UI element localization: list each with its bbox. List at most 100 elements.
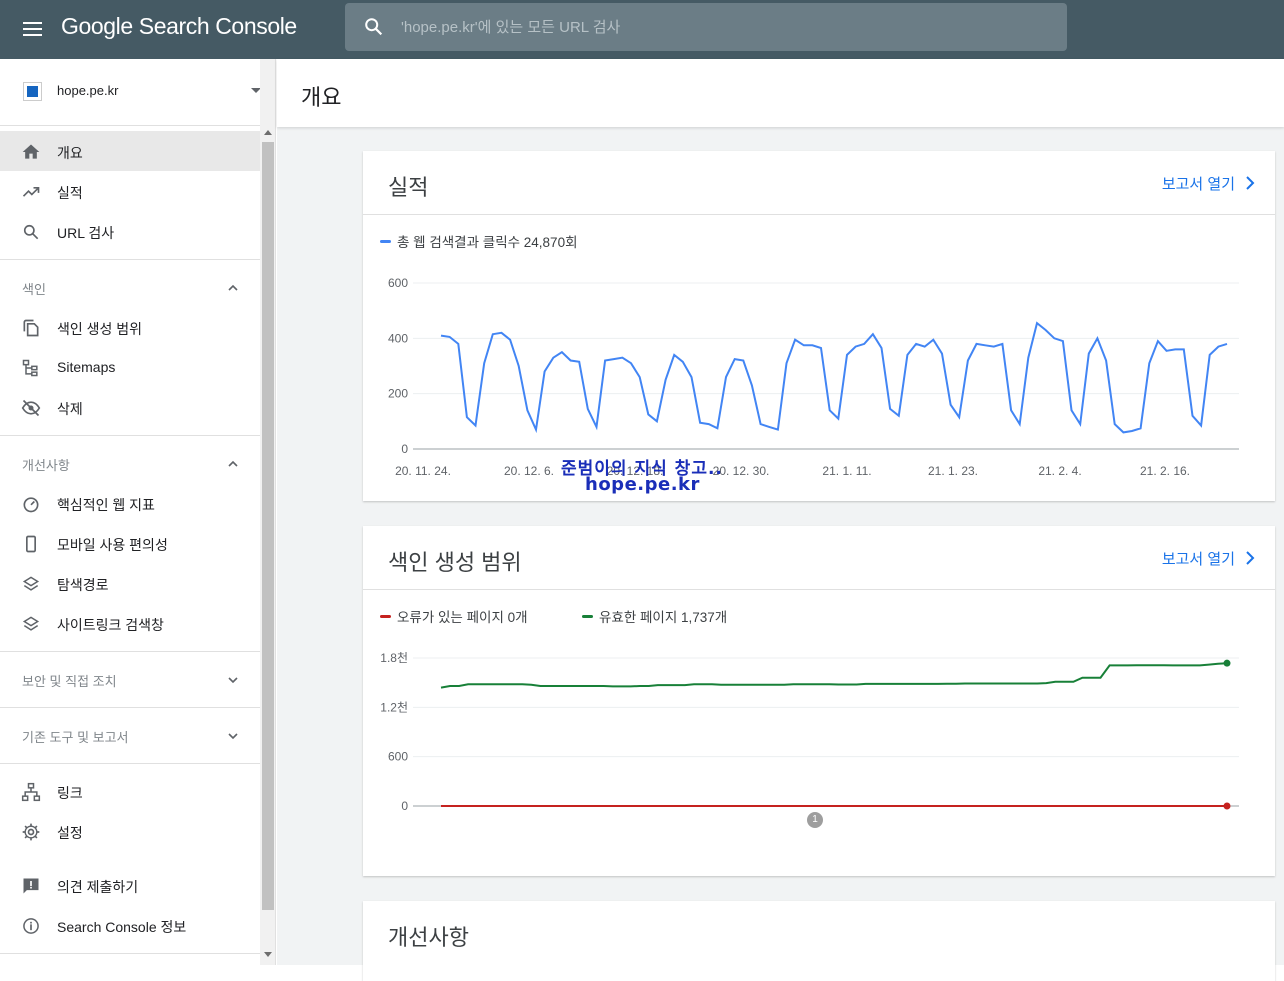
- series-line: [440, 662, 1228, 689]
- url-inspection-search[interactable]: [345, 3, 1067, 51]
- property-name: hope.pe.kr: [57, 83, 119, 98]
- sidebar-item-feedback[interactable]: 의견 제출하기: [0, 865, 260, 905]
- divider: [0, 125, 260, 126]
- watermark-domain: hope.pe.kr: [585, 474, 700, 495]
- y-tick-label: 600: [388, 750, 408, 764]
- y-tick-label: 0: [401, 799, 408, 813]
- y-tick-label: 600: [388, 276, 408, 290]
- section-enhancements[interactable]: 개선사항: [0, 445, 260, 481]
- y-tick-label: 1.8천: [380, 650, 408, 665]
- search-input[interactable]: [401, 13, 1041, 41]
- layers-icon: [22, 616, 40, 631]
- scroll-down-arrow-icon[interactable]: [264, 952, 272, 957]
- sidebar-item-label: 탐색경로: [57, 577, 109, 593]
- sidebar-item-links[interactable]: 링크: [0, 771, 260, 811]
- smartphone-icon: [26, 535, 36, 553]
- performance-chart: 020040060020. 11. 24. 20. 12. 6. 20. 12. 1…: [388, 276, 1239, 478]
- series-end-point: [1223, 659, 1231, 667]
- search-icon: [23, 224, 39, 240]
- page-header: 개요: [277, 59, 1284, 127]
- eye-off-icon: [21, 399, 41, 417]
- x-tick-label: 21. 2. 4.: [1038, 464, 1081, 478]
- sidebar-item-sitelinks-searchbox[interactable]: 사이트링크 검색창: [0, 603, 260, 643]
- trending-up-icon: [22, 187, 40, 197]
- property-favicon: [23, 82, 42, 101]
- sidebar-item-label: URL 검사: [57, 225, 115, 241]
- sidebar-item-performance[interactable]: 실적: [0, 171, 260, 211]
- sidebar-item-label: 모바일 사용 편의성: [57, 537, 168, 553]
- chevron-down-icon: [228, 733, 238, 740]
- coverage-card: 색인 생성 범위 보고서 열기 오류가 있는 페이지 0개 유효한 페이지 1,…: [363, 526, 1275, 876]
- sidebar-item-label: 링크: [57, 785, 83, 801]
- chevron-up-icon: [228, 460, 238, 467]
- x-tick-label: 21. 1. 23.: [928, 464, 978, 478]
- sidebar-item-label: 색인 생성 범위: [57, 321, 143, 337]
- enhancements-card: 개선사항: [363, 901, 1275, 981]
- x-tick-label: 20. 11. 24.: [395, 464, 451, 478]
- sidebar-item-removals[interactable]: 삭제: [0, 387, 260, 427]
- copy-pages-icon: [23, 319, 39, 337]
- speed-gauge-icon: [23, 497, 39, 513]
- sidebar-item-core-web-vitals[interactable]: 핵심적인 웹 지표: [0, 483, 260, 523]
- home-icon: [22, 144, 40, 159]
- divider: [0, 707, 260, 708]
- series-end-point: [1223, 802, 1231, 810]
- sidebar-scrollbar-thumb[interactable]: [262, 142, 274, 910]
- annotation-badge[interactable]: 1: [807, 812, 823, 828]
- section-label: 색인: [22, 282, 46, 297]
- section-label: 보안 및 직접 조치: [22, 674, 117, 689]
- gear-icon: [22, 823, 40, 841]
- divider: [0, 763, 260, 764]
- y-tick-label: 400: [388, 331, 408, 345]
- sitemap-icon: [22, 359, 38, 377]
- x-tick-label: 20. 12. 6.: [504, 464, 554, 478]
- property-selector[interactable]: hope.pe.kr: [0, 59, 260, 123]
- divider: [0, 435, 260, 436]
- chevron-up-icon: [228, 284, 238, 291]
- sidebar-item-label: 의견 제출하기: [57, 879, 139, 895]
- sidebar-item-breadcrumbs[interactable]: 탐색경로: [0, 563, 260, 603]
- sidebar-item-settings[interactable]: 설정: [0, 811, 260, 851]
- series-line: [440, 321, 1228, 434]
- performance-card: 실적 보고서 열기 총 웹 검색결과 클릭수 24,870회 0 200 400 60…: [363, 151, 1275, 501]
- sidebar-item-label: 사이트링크 검색창: [57, 617, 164, 633]
- sidebar-item-url-inspection[interactable]: URL 검사: [0, 211, 260, 251]
- sidebar-item-label: 실적: [57, 185, 83, 201]
- info-icon: [23, 918, 39, 934]
- y-tick-label: 0: [401, 442, 408, 456]
- sidebar-item-label: 개요: [57, 145, 83, 161]
- card-title: 개선사항: [388, 925, 469, 950]
- section-label: 개선사항: [22, 458, 70, 473]
- feedback-icon: [23, 878, 39, 894]
- section-legacy-tools[interactable]: 기존 도구 및 보고서: [0, 717, 260, 753]
- section-security[interactable]: 보안 및 직접 조치: [0, 661, 260, 697]
- top-app-bar: Google Search Console: [0, 0, 1284, 59]
- layers-icon: [22, 576, 40, 591]
- x-tick-label: 21. 1. 11.: [822, 464, 871, 478]
- sidebar-item-overview[interactable]: 개요: [0, 131, 260, 171]
- app-brand[interactable]: Google Search Console: [61, 13, 297, 40]
- chevron-down-icon: [228, 677, 238, 684]
- sidebar-item-sitemaps[interactable]: Sitemaps: [0, 347, 260, 387]
- links-icon: [21, 782, 41, 802]
- x-tick-label: 21. 2. 16.: [1140, 464, 1190, 478]
- divider: [0, 259, 260, 260]
- sidebar-item-label: Sitemaps: [57, 359, 116, 375]
- sidebar: hope.pe.kr 개요 실적 URL 검사 색인 색인 생성 범위 Site…: [0, 59, 260, 965]
- sidebar-item-mobile-usability[interactable]: 모바일 사용 편의성: [0, 523, 260, 563]
- y-tick-label: 1.2천: [380, 699, 408, 714]
- divider: [0, 651, 260, 652]
- scroll-up-arrow-icon[interactable]: [264, 130, 272, 135]
- section-index[interactable]: 색인: [0, 269, 260, 305]
- sidebar-item-label: 삭제: [57, 401, 83, 417]
- search-icon: [365, 18, 383, 36]
- hamburger-menu-icon[interactable]: [19, 16, 47, 42]
- main-content: 개요 실적 보고서 열기 총 웹 검색결과 클릭수 24,870회 0 200 40…: [277, 59, 1284, 981]
- section-label: 기존 도구 및 보고서: [22, 730, 129, 745]
- y-tick-label: 200: [388, 387, 408, 401]
- sidebar-item-coverage[interactable]: 색인 생성 범위: [0, 307, 260, 347]
- divider: [0, 953, 260, 954]
- caret-down-icon: [251, 88, 260, 93]
- sidebar-item-label: 핵심적인 웹 지표: [57, 497, 155, 513]
- sidebar-item-about[interactable]: Search Console 정보: [0, 905, 260, 945]
